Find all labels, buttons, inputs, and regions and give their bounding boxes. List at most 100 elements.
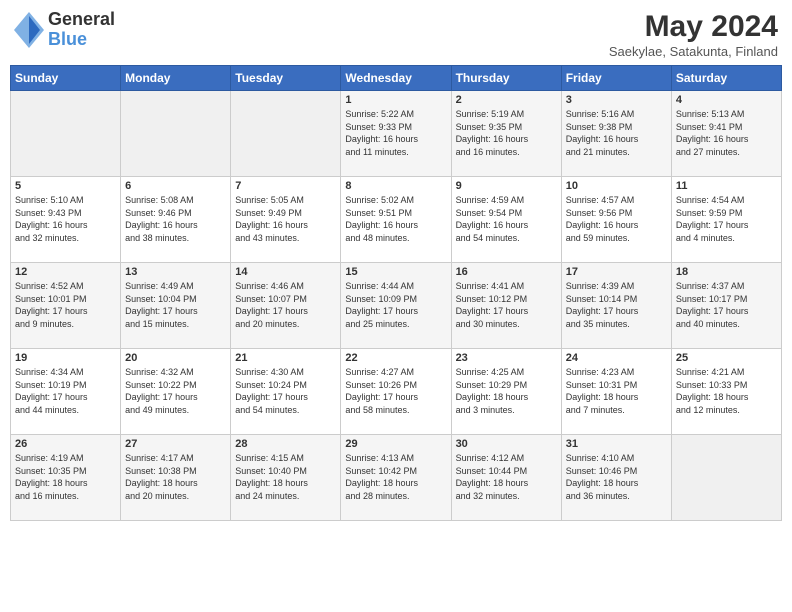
day-number: 5 bbox=[15, 180, 116, 192]
col-monday: Monday bbox=[121, 66, 231, 91]
day-cell: 6 Sunrise: 5:08 AM Sunset: 9:46 PM Daylig… bbox=[121, 177, 231, 263]
header-row: Sunday Monday Tuesday Wednesday Thursday… bbox=[11, 66, 782, 91]
day-number: 27 bbox=[125, 438, 226, 450]
day-number: 21 bbox=[235, 352, 336, 364]
day-cell: 15 Sunrise: 4:44 AM Sunset: 10:09 PM Dayl… bbox=[341, 263, 451, 349]
day-cell: 12Sunrise: 4:52 AM Sunset: 10:01 PM Dayl… bbox=[11, 263, 121, 349]
day-number: 7 bbox=[235, 180, 336, 192]
day-info: Sunrise: 4:12 AM Sunset: 10:44 PM Daylig… bbox=[456, 452, 557, 502]
col-friday: Friday bbox=[561, 66, 671, 91]
day-cell: 4 Sunrise: 5:13 AM Sunset: 9:41 PM Daylig… bbox=[671, 91, 781, 177]
day-info: Sunrise: 4:32 AM Sunset: 10:22 PM Daylig… bbox=[125, 366, 226, 416]
day-info: Sunrise: 5:19 AM Sunset: 9:35 PM Dayligh… bbox=[456, 108, 557, 158]
day-number: 9 bbox=[456, 180, 557, 192]
day-number: 4 bbox=[676, 94, 777, 106]
day-cell: 1 Sunrise: 5:22 AM Sunset: 9:33 PM Daylig… bbox=[341, 91, 451, 177]
logo-text: General Blue bbox=[48, 10, 115, 50]
day-cell: 31Sunrise: 4:10 AM Sunset: 10:46 PM Dayl… bbox=[561, 435, 671, 521]
logo-icon bbox=[14, 12, 44, 48]
day-info: Sunrise: 4:41 AM Sunset: 10:12 PM Daylig… bbox=[456, 280, 557, 330]
day-cell: 16 Sunrise: 4:41 AM Sunset: 10:12 PM Dayl… bbox=[451, 263, 561, 349]
month-title: May 2024 bbox=[609, 10, 778, 44]
col-wednesday: Wednesday bbox=[341, 66, 451, 91]
logo-general-text: General bbox=[48, 10, 115, 30]
day-number: 23 bbox=[456, 352, 557, 364]
logo-blue-text: Blue bbox=[48, 30, 115, 50]
day-info: Sunrise: 5:08 AM Sunset: 9:46 PM Dayligh… bbox=[125, 194, 226, 244]
day-number: 16 bbox=[456, 266, 557, 278]
day-info: Sunrise: 5:22 AM Sunset: 9:33 PM Dayligh… bbox=[345, 108, 446, 158]
week-row-0: 1 Sunrise: 5:22 AM Sunset: 9:33 PM Daylig… bbox=[11, 91, 782, 177]
day-info: Sunrise: 5:05 AM Sunset: 9:49 PM Dayligh… bbox=[235, 194, 336, 244]
day-number: 10 bbox=[566, 180, 667, 192]
day-number: 15 bbox=[345, 266, 446, 278]
day-cell bbox=[671, 435, 781, 521]
day-info: Sunrise: 4:30 AM Sunset: 10:24 PM Daylig… bbox=[235, 366, 336, 416]
day-cell: 14 Sunrise: 4:46 AM Sunset: 10:07 PM Dayl… bbox=[231, 263, 341, 349]
day-number: 14 bbox=[235, 266, 336, 278]
title-section: May 2024 Saekylae, Satakunta, Finland bbox=[609, 10, 778, 59]
day-cell: 28Sunrise: 4:15 AM Sunset: 10:40 PM Dayl… bbox=[231, 435, 341, 521]
day-cell: 19 Sunrise: 4:34 AM Sunset: 10:19 PM Dayl… bbox=[11, 349, 121, 435]
day-info: Sunrise: 4:34 AM Sunset: 10:19 PM Daylig… bbox=[15, 366, 116, 416]
day-cell: 23 Sunrise: 4:25 AM Sunset: 10:29 PM Dayl… bbox=[451, 349, 561, 435]
day-cell bbox=[11, 91, 121, 177]
page: General Blue May 2024 Saekylae, Satakunt… bbox=[0, 0, 792, 612]
week-row-3: 19 Sunrise: 4:34 AM Sunset: 10:19 PM Dayl… bbox=[11, 349, 782, 435]
day-number: 2 bbox=[456, 94, 557, 106]
day-number: 29 bbox=[345, 438, 446, 450]
day-info: Sunrise: 4:39 AM Sunset: 10:14 PM Daylig… bbox=[566, 280, 667, 330]
day-info: Sunrise: 4:44 AM Sunset: 10:09 PM Daylig… bbox=[345, 280, 446, 330]
day-number: 19 bbox=[15, 352, 116, 364]
day-cell: 2 Sunrise: 5:19 AM Sunset: 9:35 PM Daylig… bbox=[451, 91, 561, 177]
day-cell: 17 Sunrise: 4:39 AM Sunset: 10:14 PM Dayl… bbox=[561, 263, 671, 349]
day-number: 24 bbox=[566, 352, 667, 364]
header: General Blue May 2024 Saekylae, Satakunt… bbox=[10, 10, 782, 59]
day-number: 28 bbox=[235, 438, 336, 450]
day-cell: 22 Sunrise: 4:27 AM Sunset: 10:26 PM Dayl… bbox=[341, 349, 451, 435]
day-cell: 3Sunrise: 5:16 AM Sunset: 9:38 PM Daylig… bbox=[561, 91, 671, 177]
day-number: 1 bbox=[345, 94, 446, 106]
day-info: Sunrise: 4:13 AM Sunset: 10:42 PM Daylig… bbox=[345, 452, 446, 502]
day-number: 18 bbox=[676, 266, 777, 278]
day-number: 11 bbox=[676, 180, 777, 192]
col-tuesday: Tuesday bbox=[231, 66, 341, 91]
day-cell: 7 Sunrise: 5:05 AM Sunset: 9:49 PM Daylig… bbox=[231, 177, 341, 263]
day-number: 30 bbox=[456, 438, 557, 450]
day-info: Sunrise: 4:19 AM Sunset: 10:35 PM Daylig… bbox=[15, 452, 116, 502]
day-number: 22 bbox=[345, 352, 446, 364]
day-cell: 26 Sunrise: 4:19 AM Sunset: 10:35 PM Dayl… bbox=[11, 435, 121, 521]
day-info: Sunrise: 4:10 AM Sunset: 10:46 PM Daylig… bbox=[566, 452, 667, 502]
day-cell: 30 Sunrise: 4:12 AM Sunset: 10:44 PM Dayl… bbox=[451, 435, 561, 521]
day-number: 6 bbox=[125, 180, 226, 192]
day-cell: 27 Sunrise: 4:17 AM Sunset: 10:38 PM Dayl… bbox=[121, 435, 231, 521]
day-cell: 25 Sunrise: 4:21 AM Sunset: 10:33 PM Dayl… bbox=[671, 349, 781, 435]
day-info: Sunrise: 4:21 AM Sunset: 10:33 PM Daylig… bbox=[676, 366, 777, 416]
day-cell: 9 Sunrise: 4:59 AM Sunset: 9:54 PM Daylig… bbox=[451, 177, 561, 263]
day-cell: 10Sunrise: 4:57 AM Sunset: 9:56 PM Dayli… bbox=[561, 177, 671, 263]
day-number: 20 bbox=[125, 352, 226, 364]
day-cell: 24Sunrise: 4:23 AM Sunset: 10:31 PM Dayl… bbox=[561, 349, 671, 435]
day-cell: 13Sunrise: 4:49 AM Sunset: 10:04 PM Dayl… bbox=[121, 263, 231, 349]
day-info: Sunrise: 4:37 AM Sunset: 10:17 PM Daylig… bbox=[676, 280, 777, 330]
day-cell: 21 Sunrise: 4:30 AM Sunset: 10:24 PM Dayl… bbox=[231, 349, 341, 435]
day-info: Sunrise: 5:02 AM Sunset: 9:51 PM Dayligh… bbox=[345, 194, 446, 244]
day-info: Sunrise: 4:52 AM Sunset: 10:01 PM Daylig… bbox=[15, 280, 116, 330]
day-info: Sunrise: 4:59 AM Sunset: 9:54 PM Dayligh… bbox=[456, 194, 557, 244]
day-info: Sunrise: 5:16 AM Sunset: 9:38 PM Dayligh… bbox=[566, 108, 667, 158]
day-number: 25 bbox=[676, 352, 777, 364]
day-info: Sunrise: 4:17 AM Sunset: 10:38 PM Daylig… bbox=[125, 452, 226, 502]
day-info: Sunrise: 4:27 AM Sunset: 10:26 PM Daylig… bbox=[345, 366, 446, 416]
day-info: Sunrise: 5:13 AM Sunset: 9:41 PM Dayligh… bbox=[676, 108, 777, 158]
day-number: 26 bbox=[15, 438, 116, 450]
day-number: 13 bbox=[125, 266, 226, 278]
day-cell: 29 Sunrise: 4:13 AM Sunset: 10:42 PM Dayl… bbox=[341, 435, 451, 521]
day-number: 17 bbox=[566, 266, 667, 278]
week-row-4: 26 Sunrise: 4:19 AM Sunset: 10:35 PM Dayl… bbox=[11, 435, 782, 521]
location-subtitle: Saekylae, Satakunta, Finland bbox=[609, 44, 778, 59]
day-info: Sunrise: 4:25 AM Sunset: 10:29 PM Daylig… bbox=[456, 366, 557, 416]
col-saturday: Saturday bbox=[671, 66, 781, 91]
day-info: Sunrise: 4:46 AM Sunset: 10:07 PM Daylig… bbox=[235, 280, 336, 330]
day-info: Sunrise: 4:54 AM Sunset: 9:59 PM Dayligh… bbox=[676, 194, 777, 244]
logo: General Blue bbox=[14, 10, 115, 50]
